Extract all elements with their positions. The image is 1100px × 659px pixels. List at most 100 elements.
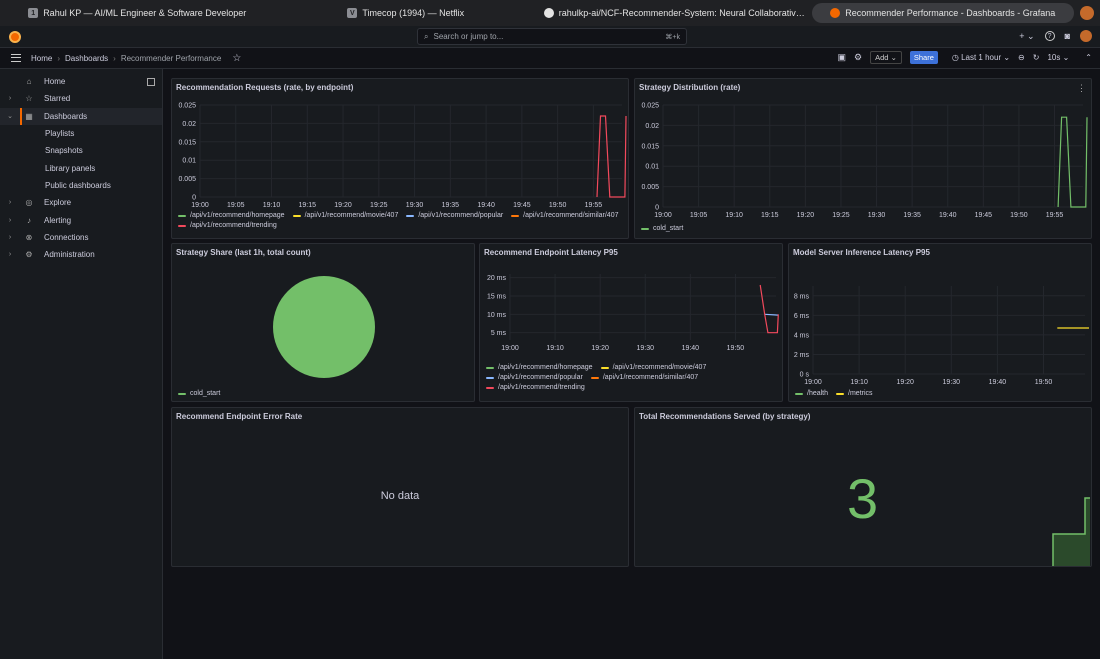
x-tick-label: 19:35 [442, 202, 460, 209]
x-tick-label: 19:05 [227, 202, 245, 209]
sidebar-item-snapshots[interactable]: Snapshots [0, 142, 162, 159]
legend-item[interactable]: cold_start [178, 390, 220, 397]
refresh-icon[interactable]: ↻ [1033, 53, 1040, 62]
legend-item[interactable]: /api/v1/recommend/popular [406, 212, 503, 219]
panel-recommendation-requests[interactable]: Recommendation Requests (rate, by endpoi… [171, 78, 629, 239]
legend-item[interactable]: /api/v1/recommend/similar/407 [511, 212, 619, 219]
y-tick-label: 10 ms [487, 312, 507, 319]
legend-item[interactable]: /api/v1/recommend/similar/407 [590, 374, 698, 381]
y-tick-label: 0.005 [178, 176, 196, 183]
chart-legend: cold_start [178, 390, 468, 397]
time-range-picker[interactable]: ◷ Last 1 hour ⌄ [952, 53, 1010, 62]
help-icon[interactable]: ? [1044, 31, 1055, 41]
browser-tab-bar: 1 Rahul KP — AI/ML Engineer & Software De… [0, 0, 1100, 26]
breadcrumb-dashboards[interactable]: Dashboards [65, 54, 108, 63]
sidebar-item-home[interactable]: ⌂ Home [0, 73, 162, 90]
sidebar-item-starred[interactable]: › ☆ Starred [0, 90, 162, 107]
zoom-out-icon[interactable]: ⊖ [1018, 53, 1025, 62]
chart-legend: /health/metrics [795, 390, 1091, 397]
panel-total-recommendations[interactable]: Total Recommendations Served (by strateg… [634, 407, 1092, 567]
panel-strategy-distribution[interactable]: Strategy Distribution (rate) ⋮ 0 0.005 0.0… [634, 78, 1092, 239]
legend-item[interactable]: /metrics [836, 390, 873, 397]
browser-tab-grafana[interactable]: Recommender Performance - Dashboards - G… [811, 3, 1074, 23]
browser-tab-portfolio[interactable]: 1 Rahul KP — AI/ML Engineer & Software De… [6, 3, 269, 23]
profile-avatar[interactable] [1080, 6, 1094, 20]
time-range-label: Last 1 hour [961, 53, 1002, 62]
sidebar: ⌂ Home › ☆ Starred ⌄ ▦ Dashboards Playlists S… [0, 69, 163, 659]
y-tick-label: 0 s [800, 372, 810, 379]
tab-label: Timecop (1994) — Netflix [362, 8, 465, 18]
add-button[interactable]: Add ⌄ [870, 51, 902, 64]
x-tick-label: 19:10 [850, 379, 868, 386]
y-tick-label: 0.025 [178, 103, 196, 110]
y-tick-label: 0.01 [645, 164, 659, 171]
legend-item[interactable]: /api/v1/recommend/movie/407 [292, 212, 398, 219]
legend-label: /api/v1/recommend/movie/407 [612, 364, 707, 371]
legend-item[interactable]: /api/v1/recommend/popular [486, 374, 583, 381]
sidebar-item-administration[interactable]: › ⚙ Administration [0, 246, 162, 263]
legend-item[interactable]: /health [795, 390, 828, 397]
legend-label: /api/v1/recommend/homepage [190, 212, 285, 219]
menu-icon[interactable] [11, 54, 21, 62]
sidebar-item-playlists[interactable]: Playlists [0, 125, 162, 142]
series-line [759, 284, 779, 334]
sidebar-item-public-dashboards[interactable]: Public dashboards [0, 177, 162, 194]
browser-tab-github[interactable]: rahulkp-ai/NCF-Recommender-System: Neura… [543, 3, 806, 23]
panel-endpoint-latency[interactable]: Recommend Endpoint Latency P95 5 ms 10 ms… [479, 243, 783, 402]
star-icon[interactable]: ☆ [232, 53, 241, 64]
x-tick-label: 19:50 [549, 202, 567, 209]
breadcrumb-home[interactable]: Home [31, 54, 52, 63]
sidebar-item-explore[interactable]: › ◎ Explore [0, 194, 162, 211]
legend-item[interactable]: cold_start [641, 225, 683, 232]
legend-label: /api/v1/recommend/homepage [498, 364, 593, 371]
grafana-logo-icon[interactable] [9, 30, 21, 43]
series-line [596, 115, 627, 198]
news-icon[interactable]: ◙ [1065, 31, 1070, 41]
browser-tab-netflix[interactable]: V Timecop (1994) — Netflix [275, 3, 538, 23]
legend-item[interactable]: /api/v1/recommend/movie/407 [600, 364, 707, 371]
x-tick-label: 19:00 [654, 212, 672, 219]
sidebar-item-dashboards[interactable]: ⌄ ▦ Dashboards [0, 107, 162, 125]
dashboard-navbar: Home › Dashboards › Recommender Performa… [0, 48, 1100, 69]
sidebar-item-alerting[interactable]: › ♪ Alerting [0, 211, 162, 228]
series-line [1057, 116, 1088, 208]
x-tick-label: 19:35 [903, 212, 921, 219]
y-tick-label: 0.015 [178, 139, 196, 146]
y-tick-label: 6 ms [794, 313, 810, 320]
legend-item[interactable]: /api/v1/recommend/homepage [178, 212, 285, 219]
legend-swatch [795, 392, 803, 395]
chevron-right-icon: › [8, 216, 12, 224]
x-tick-label: 19:30 [406, 202, 424, 209]
save-icon[interactable]: ▣ [838, 52, 847, 63]
refresh-interval-picker[interactable]: 10s ⌄ [1047, 53, 1069, 62]
user-avatar[interactable] [1080, 30, 1092, 42]
sidebar-item-library-panels[interactable]: Library panels [0, 159, 162, 176]
sidebar-item-connections[interactable]: › ⊗ Connections [0, 229, 162, 246]
panel-model-latency[interactable]: Model Server Inference Latency P95 0 s2 … [788, 243, 1092, 402]
sidebar-item-label: Dashboards [44, 111, 88, 121]
x-tick-label: 19:20 [591, 345, 609, 352]
x-tick-label: 19:40 [939, 212, 957, 219]
legend-item[interactable]: /api/v1/recommend/trending [178, 222, 277, 229]
search-placeholder: Search or jump to... [433, 32, 504, 41]
search-bar[interactable]: ⌕ Search or jump to... ⌘+k [417, 28, 687, 45]
chevron-right-icon: › [8, 233, 12, 241]
x-tick-label: 19:20 [797, 212, 815, 219]
legend-item[interactable]: /api/v1/recommend/homepage [486, 364, 593, 371]
panel-error-rate[interactable]: Recommend Endpoint Error Rate No data [171, 407, 629, 567]
legend-item[interactable]: /api/v1/recommend/trending [486, 384, 585, 391]
x-tick-label: 19:30 [636, 345, 654, 352]
strategy-distribution-chart: 0 0.005 0.01 0.015 0.02 0.025 19:00 19:05 19:10 1… [641, 103, 1088, 219]
new-button[interactable]: + ⌄ [1019, 31, 1034, 42]
legend-label: /api/v1/recommend/popular [418, 212, 504, 219]
collapse-icon[interactable]: ⌃ [1085, 53, 1092, 62]
y-tick-label: 5 ms [491, 330, 507, 337]
sidebar-item-label: Starred [44, 94, 71, 104]
share-button[interactable]: Share [909, 51, 938, 64]
chart-legend: /api/v1/recommend/homepage/api/v1/recomm… [486, 364, 782, 391]
settings-icon[interactable]: ⚙ [854, 52, 862, 63]
panel-strategy-share[interactable]: Strategy Share (last 1h, total count) co… [171, 243, 475, 402]
sidebar-item-label: Explore [44, 198, 72, 208]
tab-label: Recommender Performance - Dashboards - G… [845, 8, 1056, 18]
x-tick-label: 19:05 [690, 212, 708, 219]
